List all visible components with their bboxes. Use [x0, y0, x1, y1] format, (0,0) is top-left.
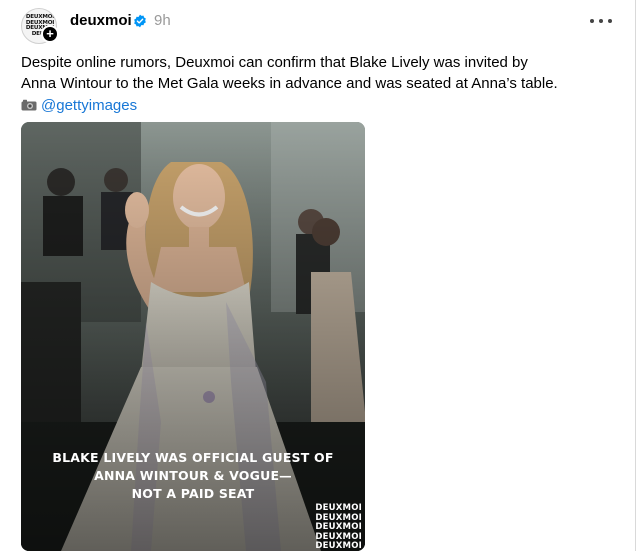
photo-overlay-headline: BLAKE LIVELY WAS OFFICIAL GUEST OF ANNA …: [21, 449, 365, 503]
overlay-line: NOT A PAID SEAT: [131, 486, 255, 501]
camera-icon: [21, 99, 37, 111]
credit-handle: @gettyimages: [41, 97, 138, 114]
post-timestamp: 9h: [154, 12, 171, 29]
overlay-line: ANNA WINTOUR & VOGUE—: [94, 468, 292, 483]
overlay-line: BLAKE LIVELY WAS OFFICIAL GUEST OF: [52, 450, 334, 465]
post-photo[interactable]: BLAKE LIVELY WAS OFFICIAL GUEST OF ANNA …: [21, 122, 365, 551]
watermark-line: DEUXMOI: [315, 541, 362, 551]
post-caption: Despite online rumors, Deuxmoi can confi…: [21, 52, 621, 94]
caption-line: Despite online rumors, Deuxmoi can confi…: [21, 54, 528, 71]
follow-plus-icon[interactable]: +: [41, 25, 59, 43]
username[interactable]: deuxmoi: [70, 12, 132, 29]
deuxmoi-watermark: DEUXMOI DEUXMOI DEUXMOI DEUXMOI DEUXMOI: [315, 503, 362, 551]
more-options-icon[interactable]: [590, 14, 612, 28]
verified-badge-icon: [134, 14, 146, 28]
column-divider: [635, 0, 636, 551]
caption-line: Anna Wintour to the Met Gala weeks in ad…: [21, 75, 558, 92]
photo-credit-link[interactable]: @gettyimages: [21, 95, 137, 116]
post: DEUXMOI DEUXMOI DEUXMOI DEUX + deuxmoi 9…: [0, 0, 639, 551]
